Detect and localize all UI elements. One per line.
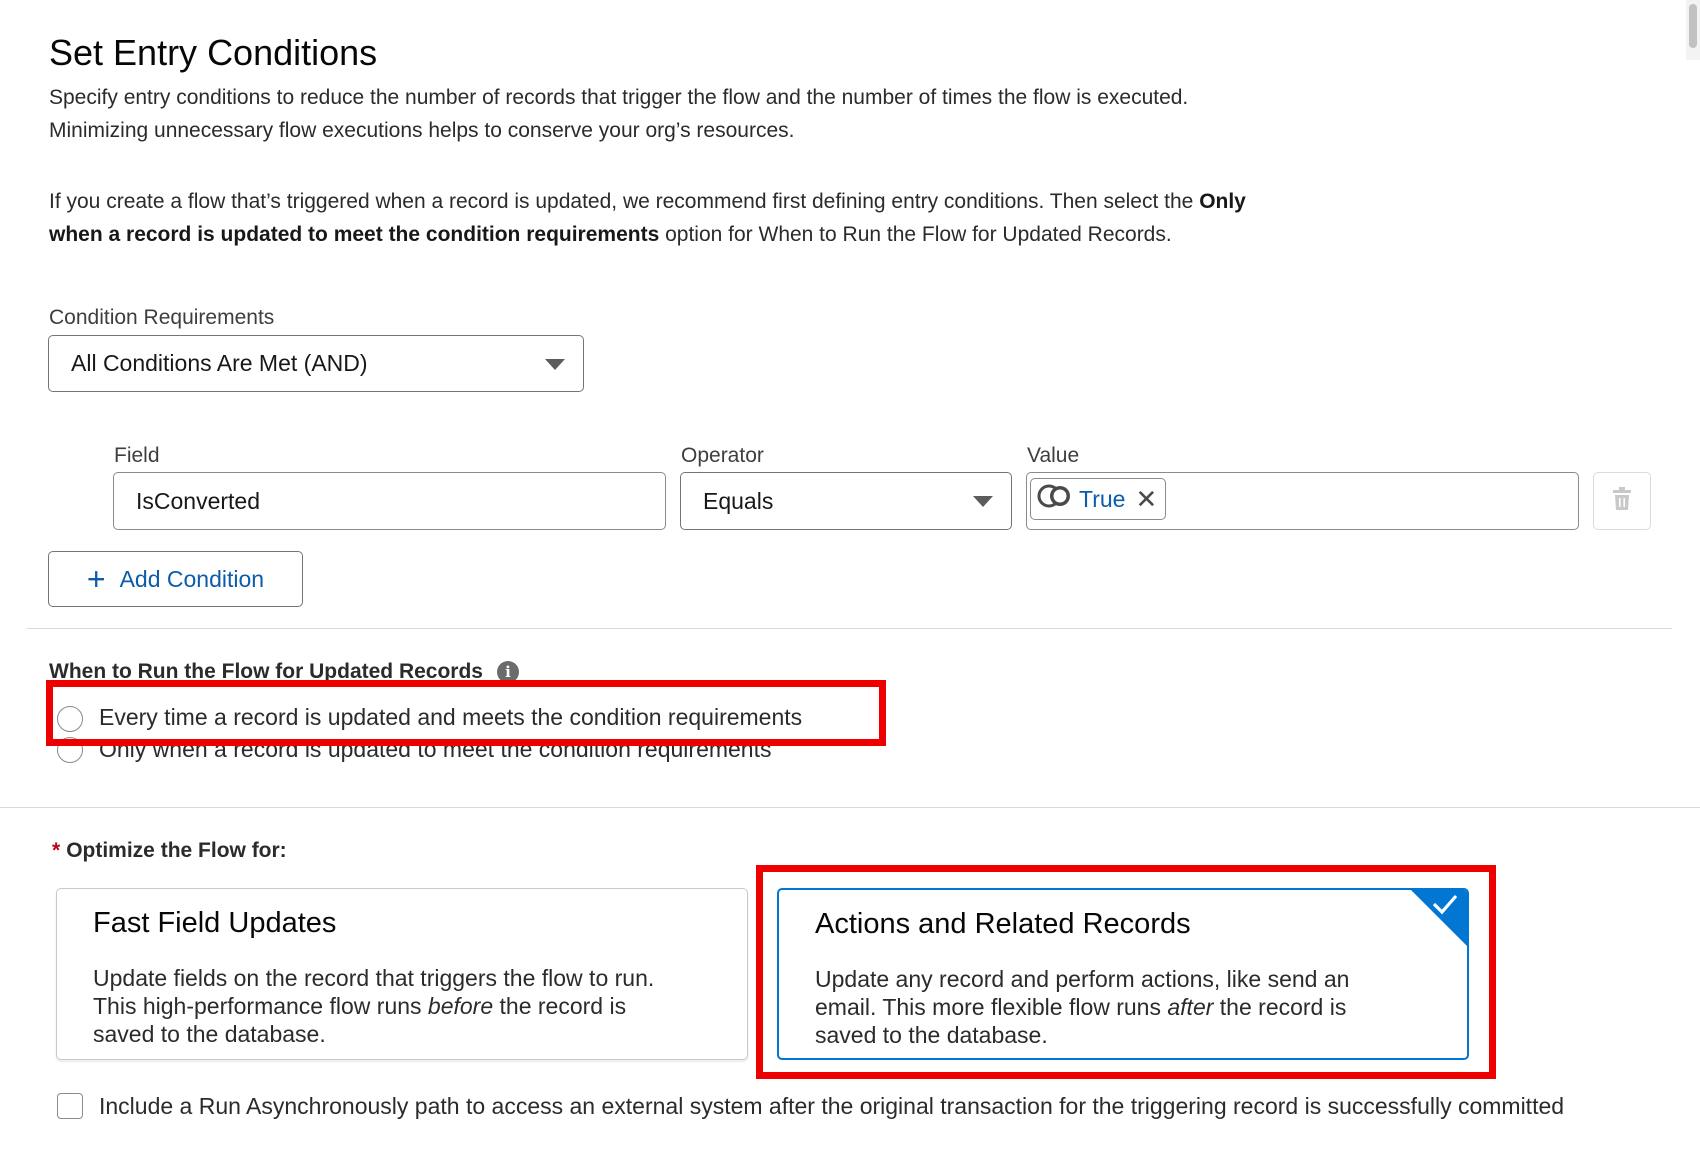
optimize-label: * Optimize the Flow for: [52, 839, 287, 863]
field-input-value: IsConverted [136, 487, 261, 514]
set-entry-conditions-panel: Set Entry Conditions Specify entry condi… [0, 0, 1700, 1173]
card-description: Update fields on the record that trigger… [93, 964, 683, 1048]
chevron-down-icon [545, 358, 565, 370]
close-icon[interactable]: ✕ [1135, 486, 1157, 512]
operator-select-value: Equals [703, 487, 774, 514]
intro-paragraph-1: Specify entry conditions to reduce the n… [49, 86, 1189, 142]
trash-icon [1611, 486, 1633, 516]
section-divider [27, 628, 1672, 629]
value-pill-label: True [1079, 485, 1126, 512]
add-condition-button[interactable]: + Add Condition [48, 551, 303, 607]
intro-paragraph-2-text-a: If you create a flow that’s triggered wh… [49, 190, 1200, 213]
run-async-label[interactable]: Include a Run Asynchronously path to acc… [56, 1090, 1616, 1122]
plus-icon: + [86, 561, 106, 597]
add-condition-label: Add Condition [119, 565, 265, 592]
intro-paragraph-2: If you create a flow that’s triggered wh… [49, 186, 1269, 251]
required-marker: * [52, 839, 61, 862]
page-title: Set Entry Conditions [49, 32, 378, 73]
card-title: Fast Field Updates [93, 907, 337, 939]
fast-field-updates-card[interactable]: Fast Field Updates Update fields on the … [56, 888, 748, 1060]
chevron-down-icon [973, 496, 993, 507]
value-label: Value [1027, 444, 1080, 467]
value-pill[interactable]: True ✕ [1030, 478, 1167, 520]
boolean-icon [1037, 483, 1073, 515]
delete-condition-button[interactable] [1593, 472, 1651, 530]
intro-paragraph-2-text-b: option for When to Run the Flow for Upda… [659, 222, 1172, 246]
section-divider [0, 807, 1700, 808]
condition-requirements-select[interactable]: All Conditions Are Met (AND) [48, 335, 584, 392]
condition-requirements-label: Condition Requirements [49, 306, 275, 329]
field-input[interactable]: IsConverted [113, 472, 666, 530]
field-label: Field [114, 444, 160, 467]
condition-requirements-value: All Conditions Are Met (AND) [71, 350, 368, 376]
optimize-label-text: Optimize the Flow for: [66, 839, 287, 862]
highlight-box-optimize [756, 865, 1496, 1079]
highlight-box-when-to-run [46, 680, 886, 746]
card-description-em: before [427, 993, 494, 1019]
operator-label: Operator [681, 444, 764, 467]
value-input[interactable]: True ✕ [1026, 472, 1579, 530]
operator-select[interactable]: Equals [680, 472, 1012, 530]
scrollbar-thumb[interactable] [1689, 4, 1697, 48]
